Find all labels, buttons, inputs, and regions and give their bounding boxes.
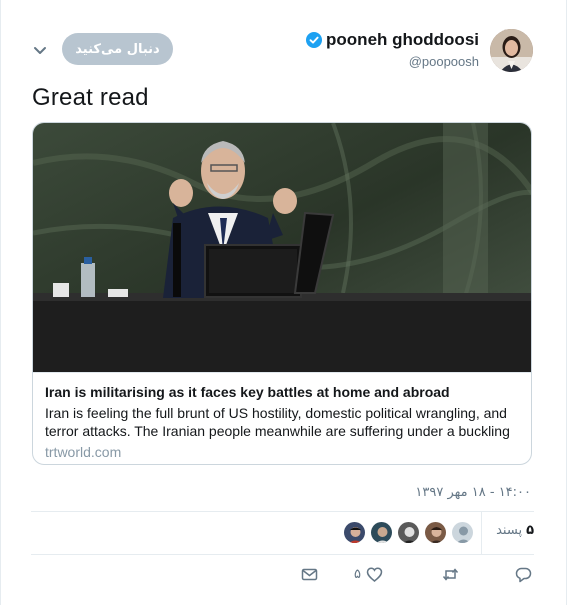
chevron-down-icon[interactable] (31, 42, 49, 60)
direct-message-icon (301, 568, 318, 581)
liker-avatars (343, 521, 474, 544)
liker-avatar-2[interactable] (424, 521, 447, 544)
tweet-text: Great read (32, 84, 149, 111)
liker-avatar-5[interactable] (343, 521, 366, 544)
author-name-row[interactable]: pooneh ghoddoosi (306, 30, 479, 50)
direct-message-button[interactable] (301, 566, 318, 583)
following-button[interactable]: دنبال می‌کنید (62, 33, 173, 65)
like-button[interactable]: ۵ (354, 566, 383, 583)
tweet-container: دنبال می‌کنید pooneh ghoddoosi @poopoosh… (0, 0, 567, 605)
liker-avatar-4[interactable] (370, 521, 393, 544)
user-avatar[interactable] (490, 29, 533, 72)
likes-count[interactable]: ۵ پسند (496, 523, 534, 538)
heart-icon (366, 567, 383, 582)
card-domain[interactable]: trtworld.com (45, 444, 521, 460)
likes-row: ۵ پسند (31, 512, 534, 554)
author-display-name[interactable]: pooneh ghoddoosi (326, 30, 479, 50)
article-photo[interactable] (33, 123, 531, 372)
card-description: Iran is feeling the full brunt of US hos… (45, 405, 510, 439)
tweet-timestamp[interactable]: ۱۴:۰۰ - ۱۸ مهر ۱۳۹۷ (415, 485, 531, 500)
link-card[interactable]: Iran is militarising as it faces key bat… (32, 122, 532, 465)
liker-avatar-3[interactable] (397, 521, 420, 544)
card-text[interactable]: Iran is militarising as it faces key bat… (33, 372, 531, 464)
retweet-icon (442, 568, 459, 581)
retweet-button[interactable] (442, 566, 459, 583)
tweet-actions: ۵ (31, 560, 534, 590)
divider (481, 512, 482, 554)
author-username[interactable]: @poopoosh (409, 54, 479, 69)
liker-avatar-1[interactable] (451, 521, 474, 544)
likes-count-value: ۵ (526, 523, 534, 538)
reply-icon (515, 567, 532, 583)
card-title[interactable]: Iran is militarising as it faces key bat… (45, 383, 521, 401)
divider (31, 554, 534, 555)
likes-count-label: پسند (496, 523, 523, 538)
reply-button[interactable] (515, 566, 532, 583)
like-count: ۵ (354, 567, 361, 582)
verified-badge-icon (306, 32, 323, 48)
